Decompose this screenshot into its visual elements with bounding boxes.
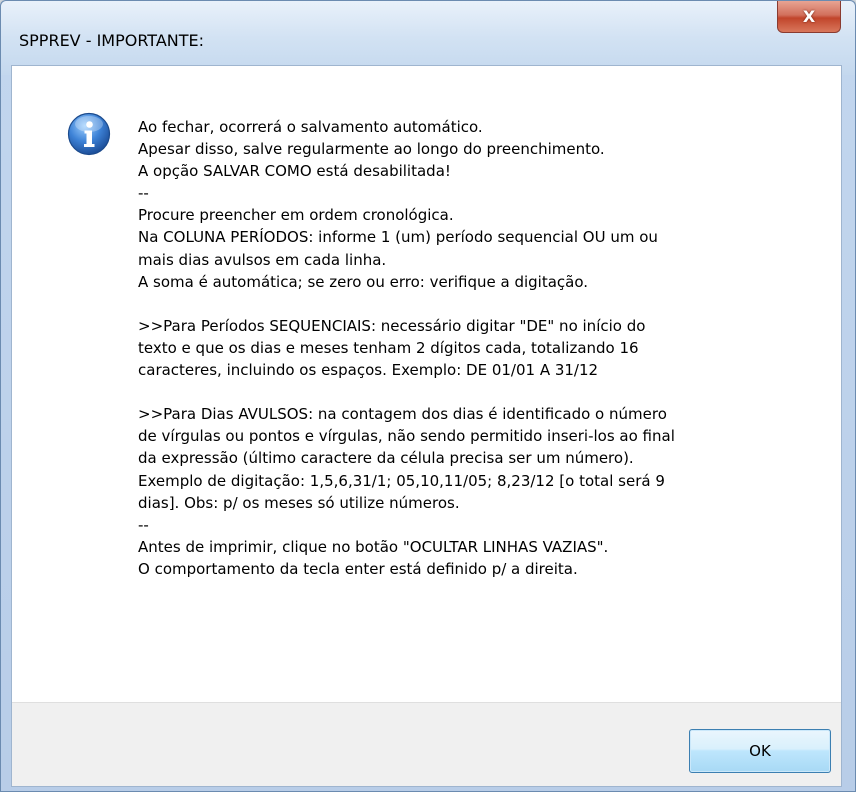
- message-line: texto e que os dias e meses tenham 2 díg…: [138, 338, 639, 357]
- message-line: Antes de imprimir, clique no botão "OCUL…: [138, 537, 609, 556]
- button-bar: OK: [12, 702, 841, 786]
- message-line: Na COLUNA PERÍODOS: informe 1 (um) perío…: [138, 228, 658, 247]
- message-line: >>Para Períodos SEQUENCIAIS: necessário …: [138, 316, 646, 335]
- message-line: Procure preencher em ordem cronológica.: [138, 206, 454, 225]
- info-icon: [67, 112, 111, 156]
- message-line: >>Para Dias AVULSOS: na contagem dos dia…: [138, 405, 667, 424]
- message-line: Exemplo de digitação: 1,5,6,31/1; 05,10,…: [138, 471, 665, 490]
- dialog-window: SPPREV - IMPORTANTE: X Ao fechar, ocorre…: [0, 0, 856, 792]
- message-line: mais dias avulsos em cada linha.: [138, 250, 387, 269]
- message-text: Ao fechar, ocorrerá o salvamento automát…: [138, 116, 828, 580]
- message-line: Apesar disso, salve regularmente ao long…: [138, 140, 605, 159]
- message-line: A soma é automática; se zero ou erro: ve…: [138, 272, 589, 291]
- message-line: A opção SALVAR COMO está desabilitada!: [138, 162, 451, 181]
- dialog-body: Ao fechar, ocorrerá o salvamento automát…: [11, 65, 842, 787]
- message-line: da expressão (último caractere da célula…: [138, 449, 634, 468]
- ok-button[interactable]: OK: [689, 729, 831, 773]
- message-line: O comportamento da tecla enter está defi…: [138, 559, 578, 578]
- message-line: --: [138, 515, 149, 534]
- close-icon: X: [802, 6, 816, 26]
- message-line: Ao fechar, ocorrerá o salvamento automát…: [138, 118, 483, 136]
- window-title: SPPREV - IMPORTANTE:: [19, 31, 205, 50]
- message-line: --: [138, 184, 149, 203]
- message-area: Ao fechar, ocorrerá o salvamento automát…: [12, 66, 841, 702]
- message-line: de vírgulas ou pontos e vírgulas, não se…: [138, 427, 675, 446]
- close-button[interactable]: X: [777, 1, 841, 33]
- title-bar[interactable]: SPPREV - IMPORTANTE: X: [1, 1, 855, 75]
- message-line: dias]. Obs: p/ os meses só utilize númer…: [138, 493, 460, 512]
- message-line: caracteres, incluindo os espaços. Exempl…: [138, 361, 599, 380]
